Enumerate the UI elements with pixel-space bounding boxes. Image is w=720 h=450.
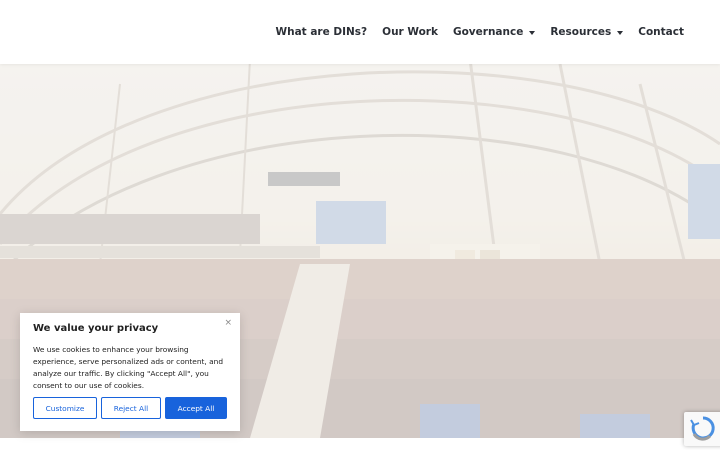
nav-label: Contact [638,26,684,38]
recaptcha-badge[interactable] [684,412,720,446]
nav-label: Our Work [382,26,438,38]
recaptcha-icon [690,416,715,441]
main-nav: What are DINs? Our Work Governance Resou… [276,0,684,64]
nav-label: Governance [452,26,524,38]
nav-label: Resources [550,26,612,38]
close-icon[interactable]: × [224,318,232,328]
cookie-title: We value your privacy [33,323,159,334]
nav-label: What are DINs? [275,26,368,38]
nav-our-work[interactable]: Our Work [382,26,438,38]
caret-down-icon [529,30,536,35]
customize-button[interactable]: Customize [33,397,97,419]
nav-governance[interactable]: Governance [452,26,536,38]
nav-contact[interactable]: Contact [638,26,684,38]
cookie-button-row: Customize Reject All Accept All [33,397,231,419]
cookie-description: We use cookies to enhance your browsing … [33,345,224,390]
nav-resources[interactable]: Resources [550,26,624,38]
page-below-hero [0,438,720,450]
site-header: What are DINs? Our Work Governance Resou… [0,0,720,64]
cookie-consent-banner: We value your privacy × We use cookies t… [20,313,240,431]
nav-what-are-dins[interactable]: What are DINs? [276,26,368,38]
reject-all-button[interactable]: Reject All [101,397,161,419]
accept-all-button[interactable]: Accept All [165,397,227,419]
caret-down-icon [617,30,624,35]
